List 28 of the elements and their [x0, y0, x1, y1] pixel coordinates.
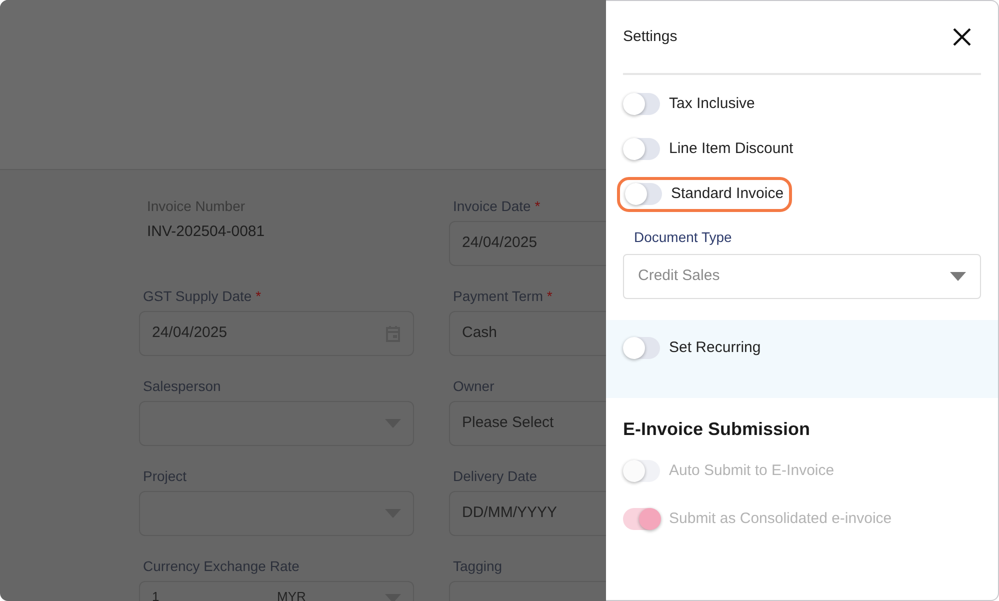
- field-label: Salesperson: [143, 377, 222, 396]
- toggle-label: Submit as Consolidated e-invoice: [669, 509, 892, 529]
- close-icon[interactable]: [951, 26, 973, 48]
- toggle-label: Line Item Discount: [669, 138, 794, 158]
- toggle-switch[interactable]: [623, 93, 660, 116]
- field-label: GST Supply Date *: [143, 287, 262, 306]
- toggle-switch[interactable]: [623, 138, 660, 160]
- toggle-label: Set Recurring: [669, 338, 761, 358]
- field-label: Project: [143, 467, 188, 486]
- caret-icon: [950, 272, 966, 280]
- field-label: Payment Term *: [453, 287, 554, 306]
- toggle-switch[interactable]: [623, 336, 660, 358]
- invoice-number: INV-202504-0081: [147, 222, 266, 242]
- toggle-label: Auto Submit to E-Invoice: [669, 460, 834, 480]
- date-field[interactable]: 24/04/2025: [139, 311, 414, 356]
- field-label: Delivery Date: [453, 467, 538, 486]
- field-label: Invoice Date *: [453, 197, 542, 216]
- field-label: Currency Exchange Rate: [143, 557, 300, 576]
- select-field[interactable]: Credit Sales: [623, 254, 981, 298]
- field-label: Owner: [453, 377, 496, 396]
- field-label: Tagging: [453, 557, 504, 576]
- field-label: Document Type: [634, 228, 733, 247]
- section-heading: E-Invoice Submission: [623, 418, 812, 440]
- toggle-label: Standard Invoice: [671, 184, 784, 204]
- toggle-label: Tax Inclusive: [669, 94, 755, 114]
- panel-title: Settings: [623, 26, 678, 47]
- toggle-switch[interactable]: [625, 183, 662, 206]
- currency-field[interactable]: 1 MYR: [139, 581, 414, 601]
